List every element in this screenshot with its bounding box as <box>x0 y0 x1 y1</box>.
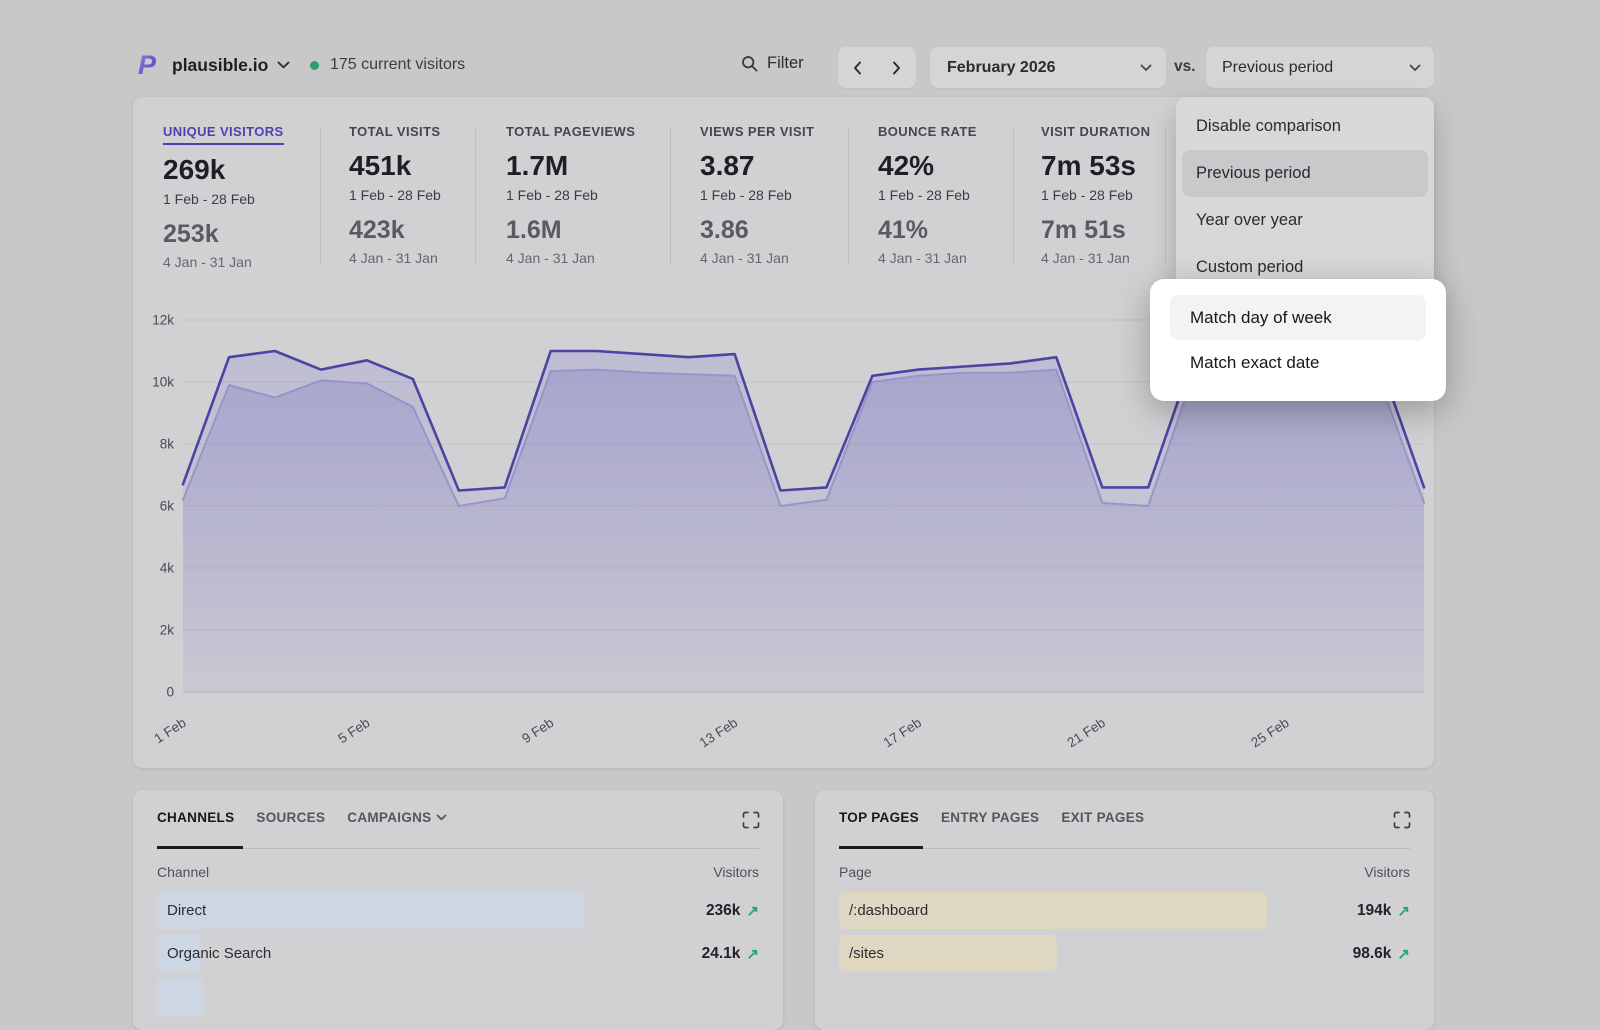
live-dot-icon <box>310 61 319 70</box>
pages-panel: TOP PAGES ENTRY PAGES EXIT PAGES Page Vi… <box>815 790 1434 1030</box>
chevron-down-icon <box>1409 64 1421 72</box>
tab-campaigns-label: CAMPAIGNS <box>347 810 431 825</box>
site-name: plausible.io <box>172 55 268 76</box>
pages-tabs: TOP PAGES ENTRY PAGES EXIT PAGES <box>839 810 1410 825</box>
comparison-match-submenu: Match day of week Match exact date <box>1150 279 1446 401</box>
tab-channels[interactable]: CHANNELS <box>157 810 234 825</box>
comparison-menu: Disable comparison Previous period Year … <box>1176 97 1434 299</box>
expand-panel-button[interactable] <box>741 810 761 835</box>
row-name: /sites <box>849 945 884 962</box>
row-value: 24.1k <box>702 945 741 963</box>
tab-sources[interactable]: SOURCES <box>256 810 325 825</box>
trend-up-icon: ↗ <box>1397 902 1410 920</box>
trend-up-icon: ↗ <box>746 902 759 920</box>
filter-label: Filter <box>767 54 804 73</box>
row-name: Direct <box>167 902 206 919</box>
col-header-page: Page <box>839 864 872 880</box>
svg-text:4k: 4k <box>160 561 175 576</box>
tab-campaigns[interactable]: CAMPAIGNS <box>347 810 447 825</box>
fullscreen-icon <box>1392 810 1412 830</box>
trend-up-icon: ↗ <box>746 945 759 963</box>
svg-text:8k: 8k <box>160 437 175 452</box>
chevron-down-icon <box>436 814 447 821</box>
tab-entry-pages[interactable]: ENTRY PAGES <box>941 810 1039 825</box>
active-tab-underline <box>839 846 923 849</box>
col-header-channel: Channel <box>157 864 209 880</box>
channels-list: Direct 236k ↗ Organic Search 24.1k ↗ <box>157 892 759 1021</box>
row-value: 194k <box>1357 902 1391 920</box>
menu-item-disable-comparison[interactable]: Disable comparison <box>1182 103 1428 150</box>
date-range-button[interactable]: February 2026 <box>930 47 1166 88</box>
comparison-dropdown-button[interactable]: Previous period <box>1206 47 1434 88</box>
value-bar <box>157 892 584 929</box>
plausible-dashboard: { "header": { "site_name": "plausible.io… <box>0 0 1600 1006</box>
row-value: 236k <box>706 902 740 920</box>
plausible-logo-icon: P <box>137 51 163 79</box>
channels-panel: CHANNELS SOURCES CAMPAIGNS Channel Visit… <box>133 790 783 1030</box>
channels-tabs: CHANNELS SOURCES CAMPAIGNS <box>157 810 759 825</box>
chevron-left-icon <box>853 61 862 75</box>
svg-text:25 Feb: 25 Feb <box>1248 715 1291 750</box>
menu-item-year-over-year[interactable]: Year over year <box>1182 197 1428 244</box>
svg-text:6k: 6k <box>160 499 175 514</box>
current-visitors[interactable]: 175 current visitors <box>310 56 465 74</box>
date-nav-group <box>838 47 916 88</box>
chevron-down-icon <box>277 61 290 69</box>
filter-button[interactable]: Filter <box>741 54 804 73</box>
list-item[interactable]: /:dashboard 194k ↗ <box>839 892 1410 929</box>
active-tab-underline <box>157 846 243 849</box>
svg-text:12k: 12k <box>152 313 174 328</box>
tab-top-pages[interactable]: TOP PAGES <box>839 810 919 825</box>
column-headers: Page Visitors <box>839 864 1410 880</box>
comparison-label: Previous period <box>1222 59 1333 77</box>
value-bar <box>157 978 203 1015</box>
divider <box>839 848 1410 849</box>
svg-text:5 Feb: 5 Feb <box>335 715 372 746</box>
svg-text:21 Feb: 21 Feb <box>1064 715 1107 750</box>
svg-text:P: P <box>138 51 157 79</box>
fullscreen-icon <box>741 810 761 830</box>
column-headers: Channel Visitors <box>157 864 759 880</box>
row-value: 98.6k <box>1353 945 1392 963</box>
submenu-item-match-day-of-week[interactable]: Match day of week <box>1170 295 1426 340</box>
vs-label: vs. <box>1174 58 1196 76</box>
search-icon <box>741 55 759 73</box>
row-name: Organic Search <box>167 945 271 962</box>
prev-date-button[interactable] <box>838 47 877 88</box>
svg-text:1 Feb: 1 Feb <box>152 715 189 746</box>
svg-text:0: 0 <box>166 685 174 700</box>
col-header-visitors: Visitors <box>1364 864 1410 880</box>
list-item[interactable]: /sites 98.6k ↗ <box>839 935 1410 972</box>
expand-panel-button[interactable] <box>1392 810 1412 835</box>
svg-text:13 Feb: 13 Feb <box>697 715 740 750</box>
col-header-visitors: Visitors <box>713 864 759 880</box>
svg-text:9 Feb: 9 Feb <box>519 715 556 746</box>
submenu-item-match-exact-date[interactable]: Match exact date <box>1170 340 1426 385</box>
row-name: /:dashboard <box>849 902 928 919</box>
list-item[interactable]: Direct 236k ↗ <box>157 892 759 929</box>
trend-up-icon: ↗ <box>1397 945 1410 963</box>
list-item[interactable]: Organic Search 24.1k ↗ <box>157 935 759 972</box>
svg-text:17 Feb: 17 Feb <box>881 715 924 750</box>
next-date-button[interactable] <box>877 47 916 88</box>
list-item-partial <box>157 978 759 1015</box>
menu-item-previous-period[interactable]: Previous period <box>1182 150 1428 197</box>
tab-exit-pages[interactable]: EXIT PAGES <box>1061 810 1144 825</box>
divider <box>157 848 759 849</box>
chevron-right-icon <box>892 61 901 75</box>
current-visitors-label: 175 current visitors <box>330 56 465 74</box>
svg-text:2k: 2k <box>160 623 175 638</box>
site-picker[interactable]: P plausible.io <box>137 51 290 79</box>
svg-text:10k: 10k <box>152 375 174 390</box>
chevron-down-icon <box>1140 64 1152 72</box>
date-range-label: February 2026 <box>947 59 1056 77</box>
pages-list: /:dashboard 194k ↗ /sites 98.6k ↗ <box>839 892 1410 978</box>
